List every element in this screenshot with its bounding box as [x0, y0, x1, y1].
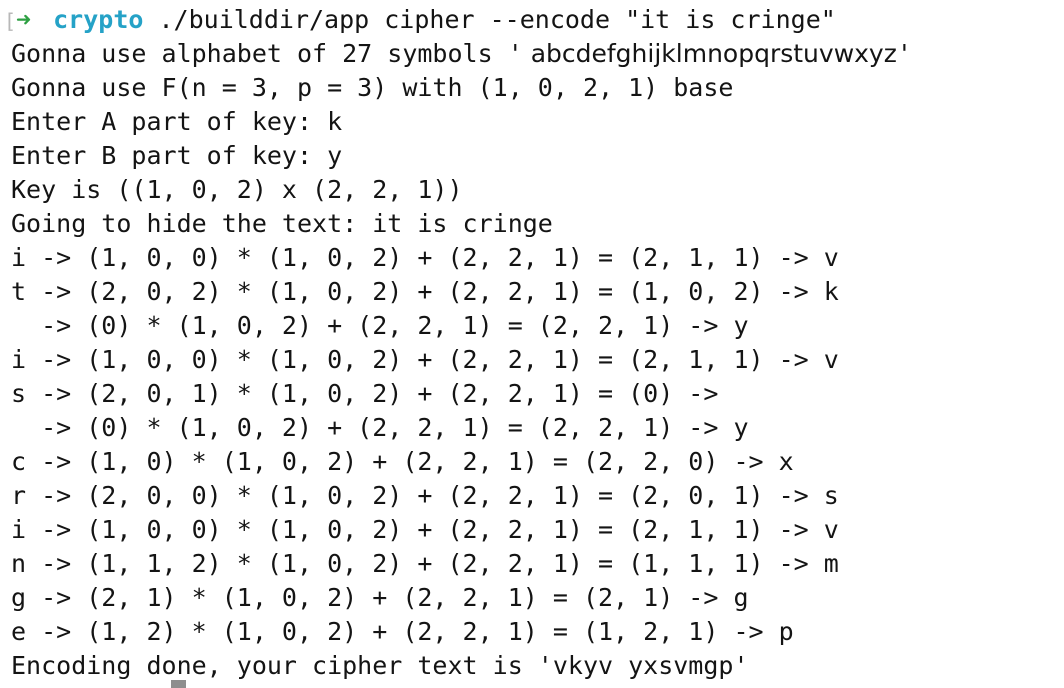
output-line: i -> (1, 0, 0) * (1, 0, 2) + (2, 2, 1) =…: [11, 345, 839, 374]
output-line: Enter A part of key: k: [11, 107, 343, 136]
output-line: i -> (1, 0, 0) * (1, 0, 2) + (2, 2, 1) =…: [11, 243, 839, 272]
prompt-line: [➜ crypto ./builddir/app cipher --encode …: [4, 3, 836, 37]
alphabet-prefix: Gonna use alphabet of 27 symbols ': [11, 39, 523, 68]
output-line: t -> (2, 0, 2) * (1, 0, 2) + (2, 2, 1) =…: [11, 277, 839, 306]
output-line: Encoding done, your cipher text is 'vkyv…: [11, 651, 749, 680]
output-line: r -> (2, 0, 0) * (1, 0, 2) + (2, 2, 1) =…: [11, 481, 839, 510]
output-line: n -> (1, 1, 2) * (1, 0, 2) + (2, 2, 1) =…: [11, 549, 839, 578]
alphabet-suffix: ': [896, 39, 912, 68]
output-line: Key is ((1, 0, 2) x (2, 2, 1)): [11, 175, 463, 204]
output-line: i -> (1, 0, 0) * (1, 0, 2) + (2, 2, 1) =…: [11, 515, 839, 544]
alphabet-symbols: abcdefghijklmnopqrstuvwxyz: [522, 39, 897, 68]
output-line: -> (0) * (1, 0, 2) + (2, 2, 1) = (2, 2, …: [11, 311, 749, 340]
terminal-cursor: [171, 680, 186, 688]
output-line: g -> (2, 1) * (1, 0, 2) + (2, 2, 1) = (2…: [11, 583, 749, 612]
prompt-bracket: [: [4, 9, 17, 33]
output-line: Enter B part of key: y: [11, 141, 343, 170]
output-line: s -> (2, 0, 1) * (1, 0, 2) + (2, 2, 1) =…: [11, 379, 719, 408]
alphabet-line: Gonna use alphabet of 27 symbols ' abcde…: [11, 37, 912, 71]
output-line: Gonna use F(n = 3, p = 3) with (1, 0, 2,…: [11, 73, 734, 102]
prompt-command: ./builddir/app cipher --encode "it is cr…: [158, 5, 836, 34]
output-line: e -> (1, 2) * (1, 0, 2) + (2, 2, 1) = (1…: [11, 617, 794, 646]
prompt-arrow-icon: ➜: [16, 5, 32, 34]
output-line: c -> (1, 0) * (1, 0, 2) + (2, 2, 1) = (2…: [11, 447, 794, 476]
output-line: -> (0) * (1, 0, 2) + (2, 2, 1) = (2, 2, …: [11, 413, 749, 442]
terminal-output[interactable]: [➜ crypto ./builddir/app cipher --encode …: [0, 0, 1064, 688]
output-line: Going to hide the text: it is cringe: [11, 209, 553, 238]
prompt-directory: crypto: [53, 5, 144, 34]
